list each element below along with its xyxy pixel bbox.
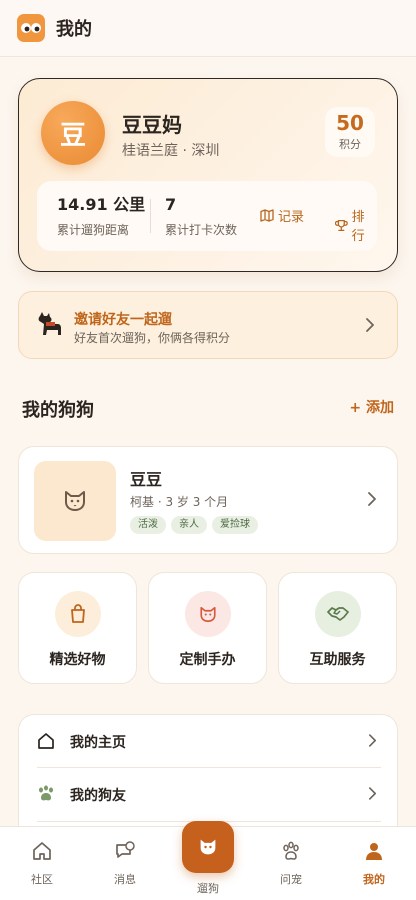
menu-label: 我的狗友 bbox=[70, 788, 126, 804]
service-shop[interactable]: 精选好物 bbox=[18, 572, 137, 684]
menu-item-homepage[interactable]: 我的主页 bbox=[37, 715, 381, 767]
tab-community[interactable]: 社区 bbox=[12, 841, 72, 887]
stats-divider bbox=[150, 199, 151, 233]
dog-tag: 活泼 bbox=[130, 516, 166, 534]
chevron-right-icon bbox=[368, 787, 377, 800]
invite-title: 邀请好友一起遛 bbox=[74, 312, 172, 328]
tab-label: 遛狗 bbox=[197, 882, 219, 895]
tab-label: 社区 bbox=[31, 873, 53, 886]
service-label: 互助服务 bbox=[309, 652, 366, 668]
tab-ask-pet[interactable]: 问宠 bbox=[261, 841, 321, 887]
my-dogs-title: 我的狗狗 bbox=[22, 400, 94, 421]
points-label: 积分 bbox=[339, 138, 361, 151]
profile-location: 桂语兰庭 · 深圳 bbox=[122, 143, 220, 159]
top-bar: 我的 bbox=[0, 0, 416, 57]
distance-value: 14.91 公里 bbox=[57, 195, 146, 214]
dog-tag: 亲人 bbox=[171, 516, 207, 534]
tab-me[interactable]: 我的 bbox=[344, 841, 404, 887]
chat-icon bbox=[95, 841, 155, 863]
service-figurine[interactable]: 定制手办 bbox=[148, 572, 267, 684]
dog-name: 豆豆 bbox=[130, 470, 163, 489]
chevron-right-icon bbox=[368, 734, 377, 747]
checkins-label: 累计打卡次数 bbox=[165, 223, 238, 237]
dog-tags: 活泼 亲人 爱捡球 bbox=[130, 516, 258, 534]
dog-face-icon bbox=[65, 491, 85, 511]
points-badge[interactable]: 50 积分 bbox=[325, 107, 375, 157]
invite-banner[interactable]: 邀请好友一起遛 好友首次遛狗，你俩各得积分 bbox=[18, 291, 398, 359]
records-link[interactable]: 记录 bbox=[260, 206, 304, 225]
distance-stat: 14.91 公里 累计遛狗距离 bbox=[57, 195, 145, 238]
walk-stats: 14.91 公里 累计遛狗距离 7 累计打卡次数 记录 排行 bbox=[37, 181, 377, 251]
dog-walking-icon bbox=[38, 312, 61, 335]
walk-dog-button[interactable] bbox=[182, 821, 234, 873]
map-icon bbox=[260, 209, 274, 222]
profile-card[interactable]: 豆 豆豆妈 桂语兰庭 · 深圳 50 积分 14.91 公里 累计遛狗距离 7 … bbox=[18, 78, 398, 272]
ranking-label: 排行 bbox=[351, 210, 365, 244]
tab-label: 问宠 bbox=[280, 873, 302, 886]
home-icon bbox=[12, 841, 72, 863]
eyes-logo-icon bbox=[17, 14, 45, 42]
checkins-stat: 7 累计打卡次数 bbox=[165, 195, 237, 238]
handshake-icon bbox=[315, 591, 361, 637]
tab-messages[interactable]: 消息 bbox=[95, 841, 155, 887]
paw-icon bbox=[261, 841, 321, 863]
points-value: 50 bbox=[336, 111, 364, 135]
records-label: 记录 bbox=[278, 210, 305, 225]
home-icon bbox=[38, 733, 54, 749]
service-label: 精选好物 bbox=[49, 652, 106, 668]
paw-icon bbox=[39, 785, 53, 801]
tab-label: 消息 bbox=[114, 873, 136, 886]
trophy-icon bbox=[335, 219, 348, 231]
service-tiles: 精选好物 定制手办 互助服务 bbox=[18, 572, 398, 684]
menu-label: 我的主页 bbox=[70, 735, 126, 751]
profile-name: 豆豆妈 bbox=[122, 113, 182, 137]
service-label: 定制手办 bbox=[179, 652, 236, 668]
user-icon bbox=[344, 841, 404, 863]
avatar[interactable]: 豆 bbox=[41, 101, 105, 165]
tab-label: 我的 bbox=[363, 873, 385, 886]
dog-info: 柯基 · 3 岁 3 个月 bbox=[130, 495, 229, 509]
bottom-tab-bar: 社区 消息 遛狗 问宠 我的 bbox=[0, 821, 416, 900]
dog-photo bbox=[34, 461, 116, 541]
chevron-right-icon bbox=[368, 492, 376, 506]
menu-item-dog-friends[interactable]: 我的狗友 bbox=[37, 768, 381, 820]
shopping-bag-icon bbox=[55, 591, 101, 637]
chevron-right-icon bbox=[366, 318, 374, 332]
checkins-value: 7 bbox=[165, 195, 177, 214]
page-title: 我的 bbox=[56, 19, 92, 40]
invite-subtitle: 好友首次遛狗，你俩各得积分 bbox=[74, 331, 231, 345]
dog-tag: 爱捡球 bbox=[212, 516, 258, 534]
dog-card[interactable]: 豆豆 柯基 · 3 岁 3 个月 活泼 亲人 爱捡球 bbox=[18, 446, 398, 554]
add-dog-button[interactable]: + 添加 bbox=[349, 397, 394, 417]
ranking-link[interactable]: 排行 bbox=[335, 206, 377, 244]
distance-label: 累计遛狗距离 bbox=[57, 223, 130, 237]
dog-face-icon bbox=[185, 591, 231, 637]
dog-face-icon bbox=[200, 839, 216, 855]
service-mutual-help[interactable]: 互助服务 bbox=[278, 572, 397, 684]
